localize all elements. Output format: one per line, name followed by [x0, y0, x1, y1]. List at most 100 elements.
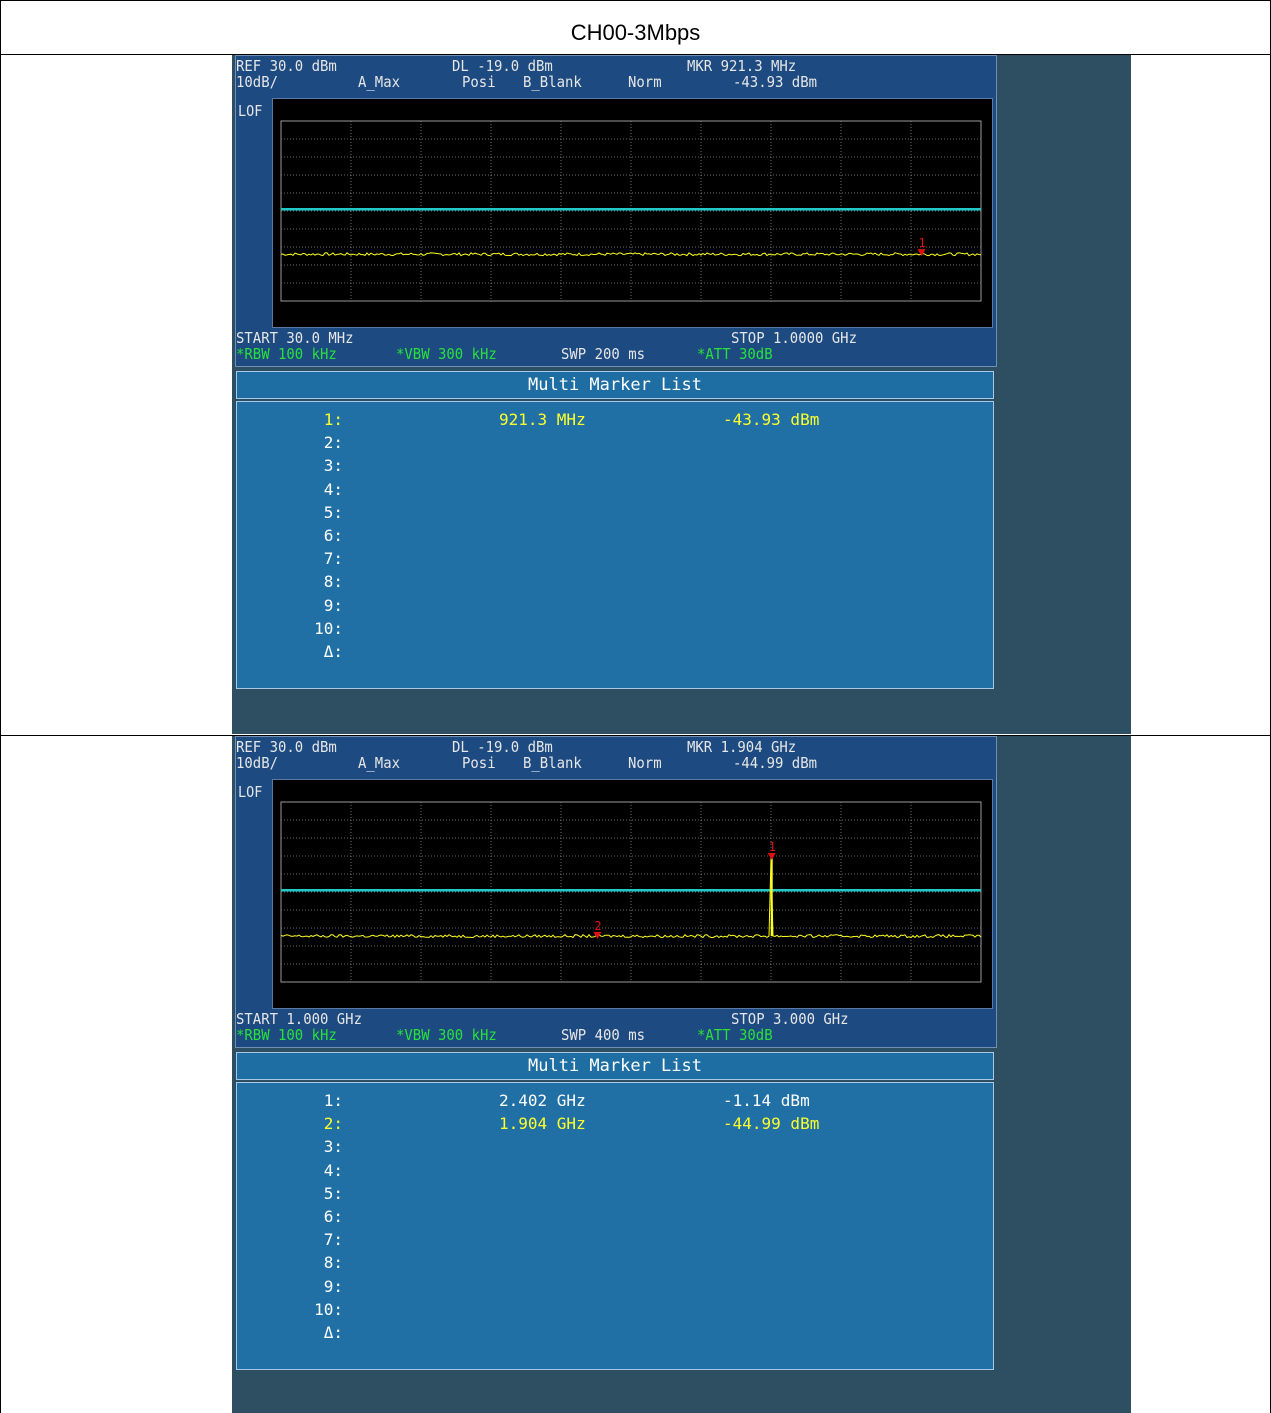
marker-row[interactable]: 2:: [237, 433, 993, 456]
start-frequency-readout: START 1.000 GHz: [236, 1010, 362, 1028]
marker-level-readout: -44.99 dBm: [733, 754, 817, 772]
table-border-left: [0, 0, 1, 1413]
marker-list-title: Multi Marker List: [236, 1052, 994, 1080]
plot-marker-label: 1: [919, 236, 926, 250]
marker-row[interactable]: 2: 1.904 GHz -44.99 dBm: [237, 1114, 993, 1137]
spectrum-plot: 1: [272, 98, 993, 328]
plot-marker-label: 1: [769, 840, 776, 854]
marker-frequency: 1.904 GHz: [499, 1114, 586, 1134]
marker-number: 4:: [323, 479, 343, 499]
marker-number: 6:: [323, 1207, 343, 1226]
marker-number: 7:: [323, 1230, 343, 1250]
trace-b-readout: B_Blank: [523, 754, 582, 772]
spectrum-svg: 1: [280, 120, 982, 302]
marker-row[interactable]: 3:: [237, 1137, 993, 1160]
sweep-time-readout: SWP 400 ms: [561, 1026, 645, 1044]
ref-level-readout: REF 30.0 dBm: [236, 57, 337, 75]
marker-row[interactable]: 7:: [237, 1230, 993, 1253]
marker-row[interactable]: 6:: [237, 526, 993, 549]
analyzer-screen: REF 30.0 dBm 10dB/A_Max DL -19.0 dBm Posi B_…: [232, 736, 1131, 1413]
analyzer-display: REF 30.0 dBm 10dB/A_Max DL -19.0 dBm Posi B_…: [235, 55, 997, 367]
marker-row[interactable]: 3:: [237, 456, 993, 479]
marker-row[interactable]: 1: 921.3 MHz -43.93 dBm: [237, 410, 993, 433]
marker-row[interactable]: 9:: [237, 1277, 993, 1300]
marker-number: 3:: [323, 1137, 343, 1157]
display-line-readout: DL -19.0 dBm: [452, 57, 553, 75]
marker-row[interactable]: 8:: [237, 1253, 993, 1276]
trace-mode-readout: A_Max: [358, 754, 400, 772]
marker-number: 8:: [323, 572, 343, 592]
rbw-readout: *RBW 100 kHz: [236, 345, 337, 363]
marker-level: -43.93 dBm: [723, 410, 820, 429]
rbw-readout: *RBW 100 kHz: [236, 1026, 337, 1044]
marker-list: 1: 921.3 MHz -43.93 dBm 2: 3: 4: 5: 6: 7: 8: 9: 10:…: [236, 401, 994, 689]
marker-number: 8:: [323, 1253, 343, 1273]
ref-level-readout: REF 30.0 dBm: [236, 738, 337, 756]
lof-indicator: LOF: [238, 783, 263, 801]
marker-level: -1.14 dBm: [723, 1091, 810, 1110]
marker-number: 2:: [323, 1114, 343, 1134]
spectrum-svg: 12: [280, 801, 982, 983]
marker-number: 3:: [323, 456, 343, 476]
marker-row[interactable]: 4:: [237, 480, 993, 503]
detector-readout: Posi: [462, 73, 496, 91]
marker-frequency-readout: MKR 1.904 GHz: [687, 738, 797, 756]
marker-number: 10:: [314, 1299, 343, 1319]
marker-row[interactable]: 5:: [237, 1184, 993, 1207]
marker-frequency: 921.3 MHz: [499, 410, 586, 429]
marker-row[interactable]: 7:: [237, 549, 993, 572]
marker-row[interactable]: Δ:: [237, 1323, 993, 1346]
marker-number: 9:: [323, 1276, 343, 1296]
marker-number: 1:: [323, 1091, 343, 1110]
marker-number: Δ:: [323, 642, 343, 661]
scale-readout: 10dB/: [236, 73, 278, 91]
marker-row[interactable]: 9:: [237, 596, 993, 619]
marker-level: -44.99 dBm: [723, 1114, 820, 1134]
display-line-readout: DL -19.0 dBm: [452, 738, 553, 756]
marker-number: 4:: [323, 1160, 343, 1180]
marker-number: 1:: [323, 410, 343, 429]
marker-number: 7:: [323, 549, 343, 569]
analyzer-display: REF 30.0 dBm 10dB/A_Max DL -19.0 dBm Posi B_…: [235, 736, 997, 1048]
marker-row[interactable]: Δ:: [237, 642, 993, 665]
marker-list-title: Multi Marker List: [236, 371, 994, 399]
plot-marker-triangle: [767, 853, 776, 861]
spectrum-trace: [280, 252, 982, 257]
marker-number: 2:: [323, 433, 343, 453]
marker-list: 1: 2.402 GHz -1.14 dBm 2: 1.904 GHz -44.99 dB…: [236, 1082, 994, 1370]
plot-marker-label: 2: [594, 919, 601, 933]
start-frequency-readout: START 30.0 MHz: [236, 329, 354, 347]
marker-number: 5:: [323, 502, 343, 522]
scale-readout: 10dB/: [236, 754, 278, 772]
marker-row[interactable]: 4:: [237, 1161, 993, 1184]
detector-readout: Posi: [462, 754, 496, 772]
trace-b-readout: B_Blank: [523, 73, 582, 91]
marker-row[interactable]: 1: 2.402 GHz -1.14 dBm: [237, 1091, 993, 1114]
marker-number: Δ:: [323, 1323, 343, 1342]
sweep-mode-readout: Norm: [628, 73, 662, 91]
marker-frequency: 2.402 GHz: [499, 1091, 586, 1110]
analyzer-screen: REF 30.0 dBm 10dB/A_Max DL -19.0 dBm Posi B_…: [232, 55, 1131, 734]
marker-row[interactable]: 10:: [237, 1300, 993, 1323]
marker-row[interactable]: 5:: [237, 503, 993, 526]
marker-number: 5:: [323, 1183, 343, 1203]
marker-row[interactable]: 6:: [237, 1207, 993, 1230]
marker-number: 9:: [323, 595, 343, 615]
table-border-top: [0, 0, 1271, 1]
vbw-readout: *VBW 300 kHz: [396, 1026, 497, 1044]
report-title: CH00-3Mbps: [570, 20, 701, 45]
attenuation-readout: *ATT 30dB: [697, 345, 773, 363]
spectrum-plot: 12: [272, 779, 993, 1009]
stop-frequency-readout: STOP 1.0000 GHz: [731, 329, 857, 347]
sweep-mode-readout: Norm: [628, 754, 662, 772]
vbw-readout: *VBW 300 kHz: [396, 345, 497, 363]
marker-row[interactable]: 8:: [237, 572, 993, 595]
marker-level-readout: -43.93 dBm: [733, 73, 817, 91]
marker-row[interactable]: 10:: [237, 619, 993, 642]
marker-number: 6:: [323, 526, 343, 545]
marker-number: 10:: [314, 618, 343, 638]
attenuation-readout: *ATT 30dB: [697, 1026, 773, 1044]
marker-frequency-readout: MKR 921.3 MHz: [687, 57, 797, 75]
sweep-time-readout: SWP 200 ms: [561, 345, 645, 363]
lof-indicator: LOF: [238, 102, 263, 120]
